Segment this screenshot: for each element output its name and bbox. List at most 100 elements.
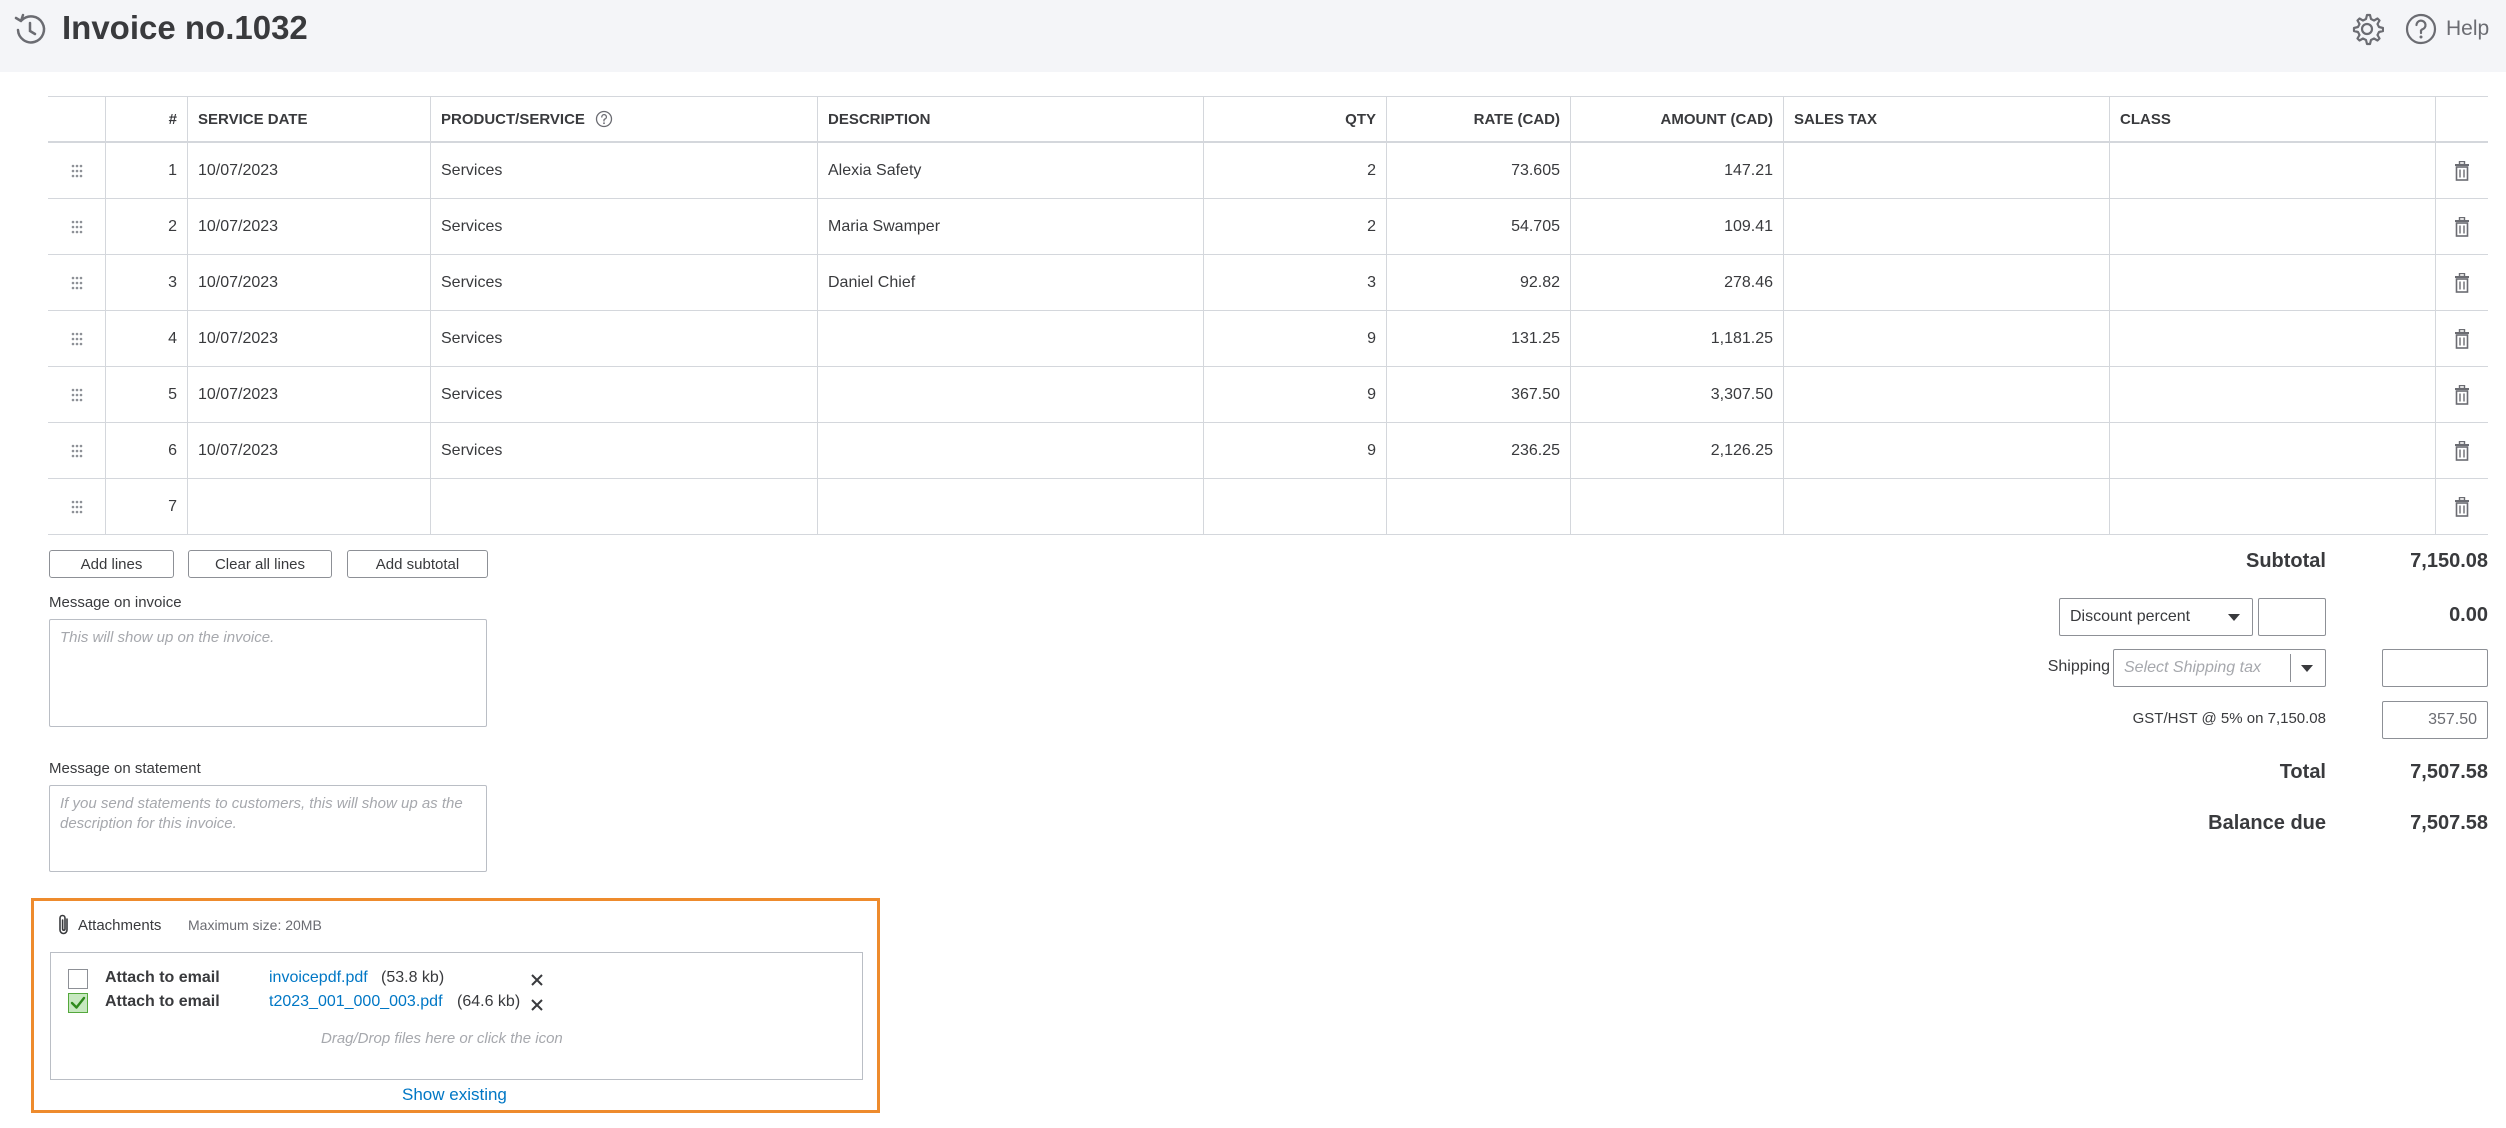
message-on-invoice-input[interactable]: This will show up on the invoice. (49, 619, 487, 727)
add-lines-button[interactable]: Add lines (49, 550, 174, 578)
sales-tax-cell[interactable] (1783, 143, 2109, 198)
gst-hst-amount-input[interactable]: 357.50 (2382, 701, 2488, 739)
message-on-statement-input[interactable]: If you send statements to customers, thi… (49, 785, 487, 872)
class-cell[interactable] (2109, 367, 2435, 422)
table-row[interactable]: 3 10/07/2023 Services Daniel Chief 3 92.… (48, 255, 2488, 311)
rate-cell[interactable]: 367.50 (1386, 367, 1570, 422)
rate-cell[interactable]: 236.25 (1386, 423, 1570, 478)
class-cell[interactable] (2109, 199, 2435, 254)
class-cell[interactable] (2109, 255, 2435, 310)
drag-handle[interactable] (48, 367, 105, 422)
sales-tax-cell[interactable] (1783, 199, 2109, 254)
sales-tax-cell[interactable] (1783, 423, 2109, 478)
sales-tax-cell[interactable] (1783, 311, 2109, 366)
qty-cell[interactable]: 3 (1203, 255, 1386, 310)
drag-handle[interactable] (48, 479, 105, 534)
qty-cell[interactable]: 2 (1203, 143, 1386, 198)
drag-handle[interactable] (48, 311, 105, 366)
qty-cell[interactable]: 9 (1203, 423, 1386, 478)
rate-cell[interactable] (1386, 479, 1570, 534)
product-service-cell[interactable]: Services (430, 255, 817, 310)
attachment-file-link[interactable]: t2023_001_000_003.pdf (269, 993, 443, 1011)
product-service-cell[interactable]: Services (430, 311, 817, 366)
recent-transactions-icon[interactable] (12, 12, 48, 48)
description-cell[interactable] (817, 311, 1203, 366)
help-button[interactable]: Help (2404, 12, 2489, 46)
service-date-cell[interactable]: 10/07/2023 (187, 199, 430, 254)
delete-row-button[interactable] (2435, 143, 2488, 198)
drag-handle[interactable] (48, 255, 105, 310)
delete-row-button[interactable] (2435, 479, 2488, 534)
drag-handle[interactable] (48, 423, 105, 478)
amount-cell[interactable]: 3,307.50 (1570, 367, 1783, 422)
qty-cell[interactable] (1203, 479, 1386, 534)
amount-cell[interactable]: 278.46 (1570, 255, 1783, 310)
rate-cell[interactable]: 131.25 (1386, 311, 1570, 366)
delete-row-button[interactable] (2435, 423, 2488, 478)
table-row[interactable]: 4 10/07/2023 Services 9 131.25 1,181.25 (48, 311, 2488, 367)
class-cell[interactable] (2109, 311, 2435, 366)
sales-tax-cell[interactable] (1783, 479, 2109, 534)
remove-attachment-icon[interactable] (530, 973, 544, 987)
drag-handle[interactable] (48, 199, 105, 254)
attachment-file-link[interactable]: invoicepdf.pdf (269, 969, 368, 987)
class-cell[interactable] (2109, 479, 2435, 534)
shipping-amount-input[interactable] (2382, 649, 2488, 687)
table-row[interactable]: 7 (48, 479, 2488, 535)
rate-cell[interactable]: 92.82 (1386, 255, 1570, 310)
gear-icon[interactable] (2350, 12, 2384, 46)
add-subtotal-button[interactable]: Add subtotal (347, 550, 488, 578)
discount-amount-input[interactable] (2258, 598, 2326, 636)
rate-cell[interactable]: 73.605 (1386, 143, 1570, 198)
qty-cell[interactable]: 9 (1203, 311, 1386, 366)
amount-cell[interactable] (1570, 479, 1783, 534)
delete-row-button[interactable] (2435, 311, 2488, 366)
class-cell[interactable] (2109, 423, 2435, 478)
product-service-cell[interactable]: Services (430, 367, 817, 422)
service-date-cell[interactable]: 10/07/2023 (187, 143, 430, 198)
description-cell[interactable]: Daniel Chief (817, 255, 1203, 310)
amount-cell[interactable]: 1,181.25 (1570, 311, 1783, 366)
service-date-cell[interactable]: 10/07/2023 (187, 367, 430, 422)
drag-handle[interactable] (48, 143, 105, 198)
remove-attachment-icon[interactable] (530, 998, 544, 1012)
amount-cell[interactable]: 2,126.25 (1570, 423, 1783, 478)
sales-tax-cell[interactable] (1783, 255, 2109, 310)
service-date-cell[interactable] (187, 479, 430, 534)
rate-cell[interactable]: 54.705 (1386, 199, 1570, 254)
delete-row-button[interactable] (2435, 255, 2488, 310)
table-row[interactable]: 1 10/07/2023 Services Alexia Safety 2 73… (48, 143, 2488, 199)
attach-to-email-checkbox[interactable] (68, 969, 88, 989)
description-cell[interactable] (817, 479, 1203, 534)
qty-cell[interactable]: 9 (1203, 367, 1386, 422)
amount-cell[interactable]: 109.41 (1570, 199, 1783, 254)
sales-tax-cell[interactable] (1783, 367, 2109, 422)
product-service-cell[interactable]: Services (430, 199, 817, 254)
description-cell[interactable]: Maria Swamper (817, 199, 1203, 254)
delete-row-button[interactable] (2435, 199, 2488, 254)
delete-row-button[interactable] (2435, 367, 2488, 422)
show-existing-link[interactable]: Show existing (402, 1085, 507, 1105)
description-cell[interactable]: Alexia Safety (817, 143, 1203, 198)
service-date-cell[interactable]: 10/07/2023 (187, 423, 430, 478)
attach-to-email-checkbox[interactable] (68, 993, 88, 1013)
service-date-cell[interactable]: 10/07/2023 (187, 255, 430, 310)
class-cell[interactable] (2109, 143, 2435, 198)
service-date-cell[interactable]: 10/07/2023 (187, 311, 430, 366)
discount-type-select[interactable]: Discount percent (2059, 598, 2253, 636)
description-cell[interactable] (817, 367, 1203, 422)
description-cell[interactable] (817, 423, 1203, 478)
product-service-cell[interactable] (430, 479, 817, 534)
shipping-tax-select[interactable]: Select Shipping tax (2113, 649, 2326, 687)
table-row[interactable]: 5 10/07/2023 Services 9 367.50 3,307.50 (48, 367, 2488, 423)
attachments-dropzone[interactable]: Attach to email invoicepdf.pdf (53.8 kb)… (50, 952, 863, 1080)
amount-cell[interactable]: 147.21 (1570, 143, 1783, 198)
table-row[interactable]: 2 10/07/2023 Services Maria Swamper 2 54… (48, 199, 2488, 255)
qty-cell[interactable]: 2 (1203, 199, 1386, 254)
paperclip-icon[interactable] (56, 913, 72, 937)
clear-all-lines-button[interactable]: Clear all lines (188, 550, 332, 578)
product-service-cell[interactable]: Services (430, 423, 817, 478)
table-row[interactable]: 6 10/07/2023 Services 9 236.25 2,126.25 (48, 423, 2488, 479)
question-icon[interactable] (595, 110, 613, 128)
product-service-cell[interactable]: Services (430, 143, 817, 198)
